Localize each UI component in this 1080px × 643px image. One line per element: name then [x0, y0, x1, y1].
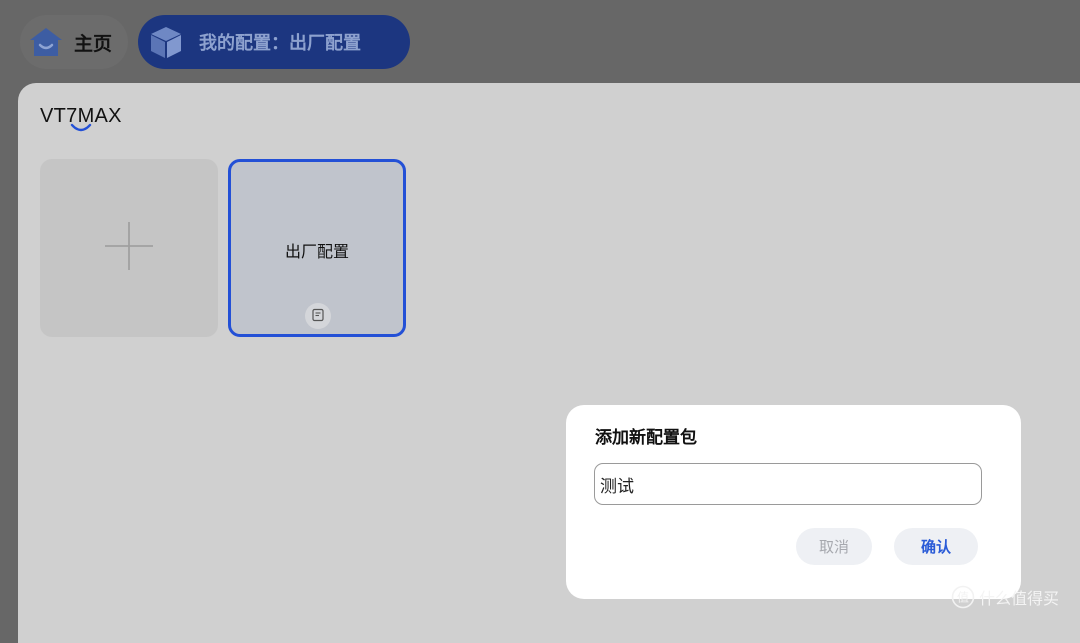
add-profile-card[interactable]: [40, 159, 218, 337]
plus-icon: [103, 220, 155, 276]
profile-card-factory[interactable]: 出厂配置: [228, 159, 406, 337]
watermark-logo-icon: 值: [951, 585, 975, 609]
home-label: 主页: [74, 32, 113, 55]
confirm-button[interactable]: 确认: [894, 528, 978, 565]
top-bar: 主页 我的配置：出厂配置: [0, 0, 1080, 82]
profile-details-button[interactable]: [305, 303, 331, 329]
dialog-title: 添加新配置包: [595, 428, 697, 448]
cancel-button[interactable]: 取消: [796, 528, 872, 565]
current-config-label: 我的配置：出厂配置: [199, 33, 361, 54]
current-config-button[interactable]: 我的配置：出厂配置: [138, 15, 410, 69]
watermark: 值 什么值得买: [951, 585, 1059, 609]
profile-name-input[interactable]: [594, 463, 982, 505]
add-profile-dialog: 添加新配置包 取消 确认: [566, 405, 1021, 599]
profile-name: 出厂配置: [284, 242, 349, 261]
svg-text:值: 值: [957, 590, 969, 605]
home-icon: [26, 22, 66, 62]
box-icon: [146, 22, 186, 62]
home-button[interactable]: 主页: [20, 15, 128, 69]
device-name-underline: [70, 123, 92, 132]
document-icon: [311, 307, 325, 326]
watermark-text: 什么值得买: [979, 589, 1060, 608]
